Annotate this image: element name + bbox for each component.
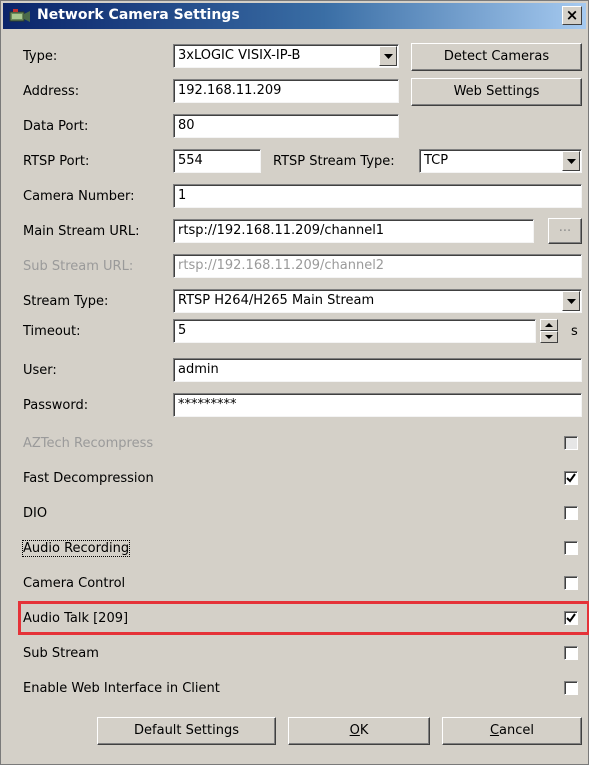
audio-recording-label: Audio Recording <box>21 540 131 557</box>
type-select[interactable]: 3xLOGIC VISIX-IP-B <box>173 44 399 68</box>
web-settings-button[interactable]: Web Settings <box>411 78 582 106</box>
ok-mnemonic: O <box>349 723 360 738</box>
chevron-down-icon <box>567 299 576 304</box>
password-label: Password: <box>23 398 89 413</box>
enable-web-interface-checkbox[interactable] <box>564 681 578 695</box>
sub-stream-url-label: Sub Stream URL: <box>23 259 134 274</box>
rtsp-stream-type-label: RTSP Stream Type: <box>273 154 395 169</box>
spin-down-button[interactable] <box>540 331 558 343</box>
camera-number-label: Camera Number: <box>23 189 135 204</box>
data-port-field[interactable]: 80 <box>173 114 399 138</box>
network-camera-settings-dialog: Network Camera Settings × Type: 3xLOGIC … <box>0 0 589 765</box>
fast-decompression-checkbox[interactable] <box>564 471 578 485</box>
default-settings-button[interactable]: Default Settings <box>97 717 276 745</box>
timeout-label: Timeout: <box>23 324 81 339</box>
audio-recording-checkbox[interactable] <box>564 541 578 555</box>
camera-control-checkbox[interactable] <box>564 576 578 590</box>
aztech-recompress-label: AZTech Recompress <box>23 436 154 451</box>
main-stream-url-browse-button[interactable]: ... <box>548 218 582 244</box>
stream-type-label: Stream Type: <box>23 294 109 309</box>
close-button[interactable]: × <box>562 6 582 25</box>
audio-talk-label: Audio Talk [209] <box>23 611 129 626</box>
fast-decompression-label: Fast Decompression <box>23 471 154 486</box>
camera-number-field[interactable]: 1 <box>173 184 582 208</box>
detect-cameras-button[interactable]: Detect Cameras <box>411 43 582 71</box>
type-label: Type: <box>23 49 58 64</box>
window-title: Network Camera Settings <box>37 7 240 23</box>
timeout-unit: s <box>571 324 578 339</box>
type-value: 3xLOGIC VISIX-IP-B <box>178 48 301 63</box>
chevron-down-icon <box>545 335 553 339</box>
timeout-field[interactable]: 5 <box>173 319 536 343</box>
network-camera-icon <box>9 8 31 24</box>
main-stream-url-field[interactable]: rtsp://192.168.11.209/channel1 <box>173 219 534 243</box>
password-field[interactable]: ********* <box>173 393 582 417</box>
sub-stream-url-field[interactable]: rtsp://192.168.11.209/channel2 <box>173 254 582 278</box>
stream-type-select[interactable]: RTSP H264/H265 Main Stream <box>173 289 582 313</box>
sub-stream-label: Sub Stream <box>23 646 99 661</box>
rtsp-stream-type-select[interactable]: TCP <box>419 149 582 173</box>
stream-type-dropdown-button[interactable] <box>562 291 580 311</box>
type-dropdown-button[interactable] <box>379 46 397 66</box>
cancel-label-rest: ancel <box>499 723 535 738</box>
camera-control-label: Camera Control <box>23 576 126 591</box>
aztech-recompress-checkbox[interactable] <box>564 436 578 450</box>
spin-up-button[interactable] <box>540 319 558 331</box>
ok-label-rest: K <box>359 723 369 738</box>
user-field[interactable]: admin <box>173 358 582 382</box>
stream-type-value: RTSP H264/H265 Main Stream <box>178 293 375 308</box>
rtsp-port-label: RTSP Port: <box>23 154 90 169</box>
rtsp-port-field[interactable]: 554 <box>173 149 261 173</box>
cancel-mnemonic: C <box>489 723 500 738</box>
close-icon: × <box>565 6 579 24</box>
rtsp-stream-type-value: TCP <box>424 153 449 168</box>
chevron-down-icon <box>384 54 393 59</box>
sub-stream-checkbox[interactable] <box>564 646 578 660</box>
dio-label: DIO <box>23 506 48 521</box>
dio-checkbox[interactable] <box>564 506 578 520</box>
address-field[interactable]: 192.168.11.209 <box>173 79 399 103</box>
data-port-label: Data Port: <box>23 119 89 134</box>
ok-button[interactable]: OK <box>288 717 430 745</box>
audio-talk-checkbox[interactable] <box>564 611 578 625</box>
enable-web-interface-label: Enable Web Interface in Client <box>23 681 220 696</box>
chevron-up-icon <box>545 323 553 327</box>
title-bar[interactable]: Network Camera Settings × <box>3 3 586 29</box>
checkmark-icon <box>566 613 576 623</box>
checkmark-icon <box>566 473 576 483</box>
rtsp-stream-type-dropdown-button[interactable] <box>562 151 580 171</box>
timeout-spinner[interactable] <box>540 319 558 343</box>
main-stream-url-label: Main Stream URL: <box>23 224 140 239</box>
address-label: Address: <box>23 84 80 99</box>
user-label: User: <box>23 363 57 378</box>
chevron-down-icon <box>567 159 576 164</box>
cancel-button[interactable]: Cancel <box>442 717 582 745</box>
